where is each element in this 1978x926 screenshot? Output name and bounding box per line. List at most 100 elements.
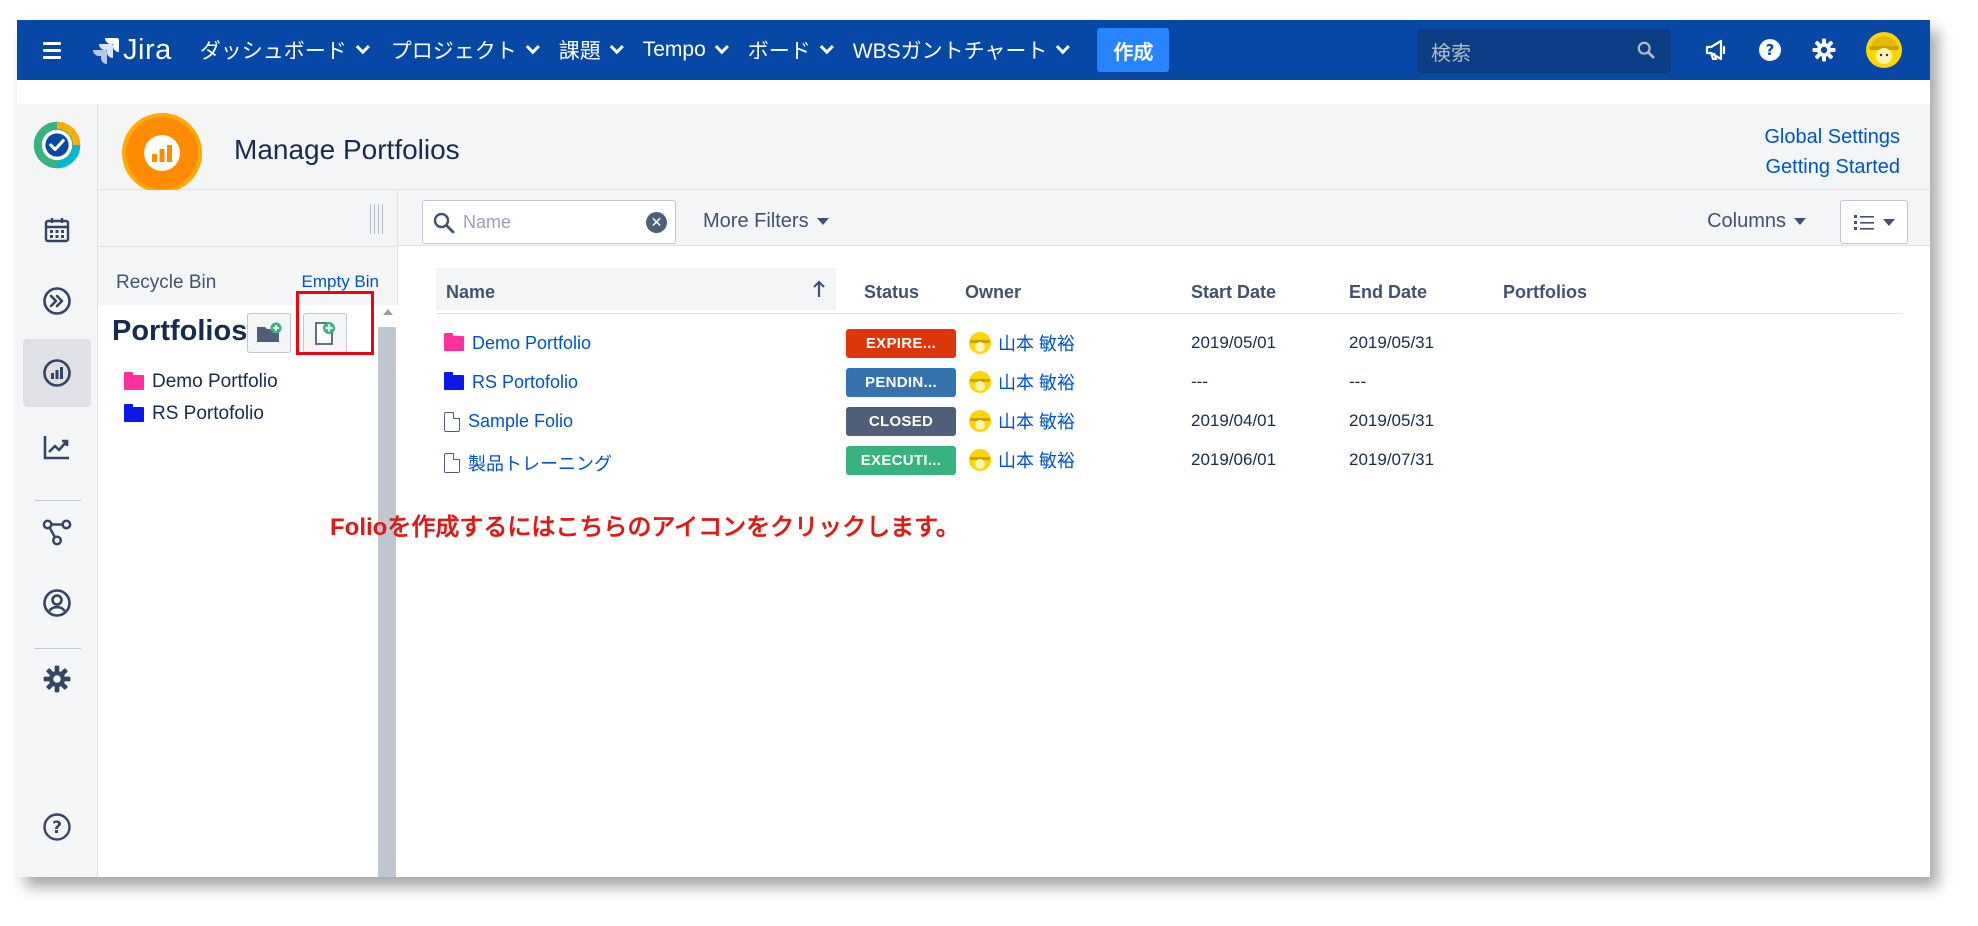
start-date: 2019/05/01	[1191, 333, 1277, 352]
clear-icon[interactable]: ✕	[646, 212, 667, 233]
calendar-icon[interactable]	[32, 205, 82, 255]
network-icon[interactable]	[32, 507, 82, 557]
column-header-start-date[interactable]: Start Date	[1191, 282, 1276, 303]
column-header-name[interactable]: Name	[446, 282, 495, 303]
folder-icon	[124, 371, 144, 390]
folio-name: 製品トレーニング	[468, 454, 612, 474]
owner-link[interactable]: 山本 敏裕	[968, 447, 1075, 473]
header-links: Global Settings Getting Started	[1764, 122, 1900, 182]
end-date: ---	[1349, 372, 1366, 391]
svg-text:?: ?	[1766, 41, 1775, 59]
chart-icon[interactable]	[32, 422, 82, 472]
menu-icon[interactable]	[43, 35, 73, 65]
help-icon[interactable]: ?	[32, 802, 82, 852]
column-header-status[interactable]: Status	[864, 282, 919, 303]
view-options-button[interactable]	[1840, 200, 1908, 244]
chevron-down-icon	[525, 40, 540, 55]
tree-item-demo-portfolio[interactable]: Demo Portfolio	[124, 371, 278, 393]
user-avatar[interactable]	[1865, 31, 1903, 69]
page-title: Manage Portfolios	[234, 134, 460, 165]
jira-logo-icon	[93, 38, 119, 64]
end-date: 2019/07/31	[1349, 450, 1435, 469]
megaphone-icon[interactable]	[1703, 37, 1729, 63]
nav-issues[interactable]: 課題	[559, 35, 624, 65]
document-icon	[444, 453, 460, 473]
folio-name-link[interactable]: RS Portofolio	[444, 372, 578, 393]
search-icon	[433, 212, 455, 234]
tree-item-label: Demo Portfolio	[152, 371, 278, 392]
column-header-portfolios[interactable]: Portfolios	[1503, 282, 1587, 303]
app-check-logo[interactable]	[32, 120, 82, 170]
sidebar-separator	[35, 500, 81, 501]
more-filters-button[interactable]: More Filters	[703, 210, 829, 233]
nav-boards[interactable]: ボード	[747, 35, 834, 65]
owner-link[interactable]: 山本 敏裕	[968, 408, 1075, 434]
folio-name-link[interactable]: Sample Folio	[444, 411, 573, 432]
column-header-owner[interactable]: Owner	[965, 282, 1021, 303]
tree-item-rs-portofolio[interactable]: RS Portofolio	[124, 403, 264, 425]
name-filter-input[interactable]	[463, 211, 623, 233]
top-right-icons: ?	[1703, 28, 1903, 72]
global-search-input[interactable]: 検索	[1417, 29, 1671, 73]
gear-icon[interactable]	[32, 654, 82, 704]
owner-link[interactable]: 山本 敏裕	[968, 369, 1075, 395]
sidebar-scrollbar[interactable]	[378, 305, 398, 877]
folio-name-link[interactable]: 製品トレーニング	[444, 450, 612, 476]
getting-started-link[interactable]: Getting Started	[1764, 152, 1900, 182]
columns-button[interactable]: Columns	[1707, 210, 1806, 233]
sort-ascending-icon[interactable]	[812, 280, 826, 304]
caret-down-icon	[1883, 218, 1895, 226]
user-avatar-icon	[969, 332, 991, 354]
folio-name: Demo Portfolio	[472, 333, 592, 353]
search-icon	[1637, 41, 1655, 59]
nav-tempo[interactable]: Tempo	[642, 38, 729, 62]
user-avatar-icon	[969, 371, 991, 393]
table-header: Name Status Owner Start Date End Date Po…	[436, 268, 1902, 314]
nav-projects[interactable]: プロジェクト	[391, 35, 540, 65]
portfolio-icon[interactable]	[23, 339, 91, 407]
caret-down-icon	[816, 218, 829, 225]
column-header-end-date[interactable]: End Date	[1349, 282, 1427, 303]
global-settings-link[interactable]: Global Settings	[1764, 122, 1900, 152]
recycle-bin-link[interactable]: Recycle Bin	[116, 272, 216, 294]
nav-boards-label: ボード	[747, 40, 811, 63]
global-search-placeholder: 検索	[1431, 42, 1471, 65]
owner-name: 山本 敏裕	[998, 334, 1076, 354]
user-circle-icon[interactable]	[32, 578, 82, 628]
nav-wbs-gantt[interactable]: WBSガントチャート	[852, 35, 1071, 65]
table-row: 製品トレーニング EXECUTI... 山本 敏裕 2019/06/01 201…	[436, 441, 1902, 480]
app-sidebar: ?	[17, 104, 98, 877]
chevron-down-icon	[1056, 40, 1071, 55]
nav-dashboards-label: ダッシュボード	[199, 40, 347, 63]
add-portfolio-button[interactable]	[247, 313, 291, 353]
empty-bin-link[interactable]: Empty Bin	[302, 272, 379, 292]
folder-icon	[444, 333, 464, 351]
help-icon[interactable]: ?	[1757, 37, 1783, 63]
jira-logo[interactable]: Jira	[91, 34, 172, 67]
folio-name-link[interactable]: Demo Portfolio	[444, 333, 591, 354]
sidebar-resize-handle[interactable]	[370, 204, 392, 234]
chevrons-icon[interactable]	[32, 276, 82, 326]
highlight-box	[296, 291, 374, 355]
name-filter[interactable]: ✕	[422, 200, 676, 244]
screenshot-stage: Jira ダッシュボード プロジェクト 課題 Tempo ボード WBSガントチ…	[0, 0, 1978, 926]
owner-link[interactable]: 山本 敏裕	[968, 330, 1075, 356]
chevron-down-icon	[819, 40, 834, 55]
user-avatar-icon	[969, 410, 991, 432]
chevron-down-icon	[609, 40, 624, 55]
owner-name: 山本 敏裕	[998, 373, 1076, 393]
nav-wbs-gantt-label: WBSガントチャート	[852, 40, 1048, 63]
status-badge: PENDIN...	[846, 368, 956, 397]
scroll-up-arrow-icon[interactable]	[383, 309, 393, 315]
end-date: 2019/05/31	[1349, 333, 1435, 352]
table-row: RS Portofolio PENDIN... 山本 敏裕 --- ---	[436, 363, 1902, 402]
folio-name: Sample Folio	[468, 411, 574, 431]
filter-toolbar: ✕ More Filters Columns	[398, 190, 1930, 246]
start-date: 2019/06/01	[1191, 450, 1277, 469]
create-button[interactable]: 作成	[1097, 28, 1170, 72]
settings-icon[interactable]	[1811, 37, 1837, 63]
scrollbar-thumb[interactable]	[378, 327, 396, 877]
svg-text:?: ?	[52, 818, 62, 838]
nav-dashboards[interactable]: ダッシュボード	[199, 35, 370, 65]
nav-tempo-label: Tempo	[642, 38, 706, 61]
